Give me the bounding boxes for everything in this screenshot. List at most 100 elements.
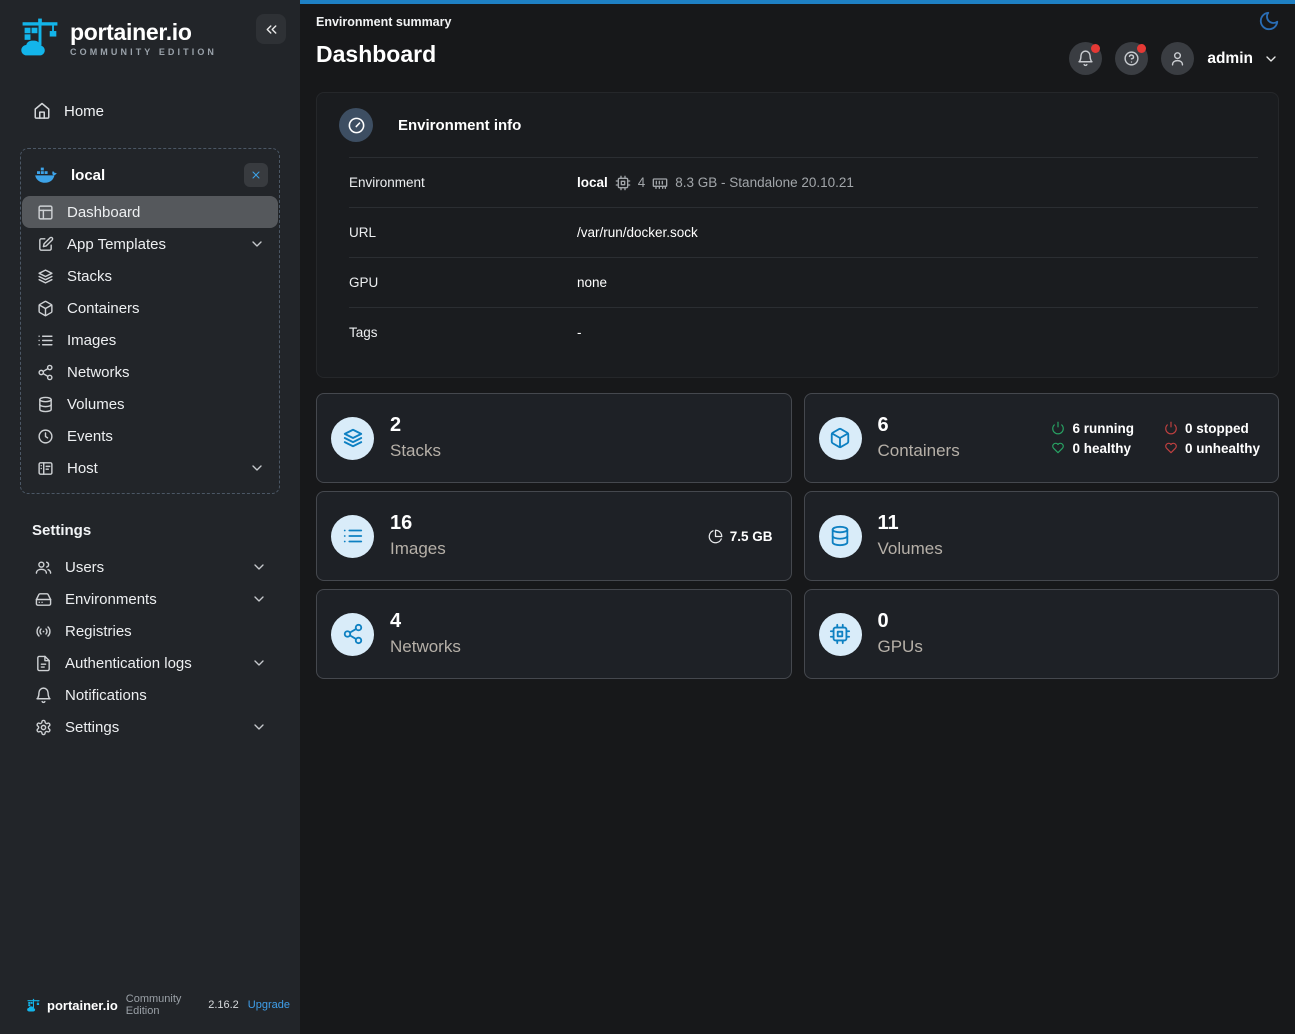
- list-icon: [37, 332, 54, 349]
- chevron-down-icon: [251, 719, 267, 735]
- container-status-unhealthy: 0 unhealthy: [1164, 441, 1260, 456]
- user-name: admin: [1207, 50, 1253, 68]
- notification-dot: [1091, 44, 1100, 53]
- sidebar-item-label: Users: [65, 559, 104, 576]
- chevron-down-icon: [1263, 51, 1279, 67]
- info-row-url: URL /var/run/docker.sock: [349, 207, 1258, 257]
- sidebar-item-volumes[interactable]: Volumes: [22, 388, 278, 420]
- list-icon: [342, 525, 364, 547]
- layers-icon: [37, 268, 54, 285]
- sidebar-item-home[interactable]: Home: [0, 96, 300, 126]
- sidebar-item-label: Dashboard: [67, 204, 140, 221]
- networks-label: Networks: [390, 634, 461, 659]
- sidebar-item-settings[interactable]: Settings: [1, 711, 299, 743]
- volumes-count: 11: [878, 511, 943, 536]
- sidebar-item-networks[interactable]: Networks: [22, 356, 278, 388]
- logo-text: portainer.io COMMUNITY EDITION: [70, 20, 217, 57]
- status-text: 0 healthy: [1072, 441, 1131, 456]
- footer-brand: portainer.io: [47, 998, 118, 1013]
- networks-icon-circle: [331, 613, 374, 656]
- chevron-down-icon: [249, 460, 265, 476]
- sidebar-item-events[interactable]: Events: [22, 420, 278, 452]
- sidebar-item-label: Networks: [67, 364, 130, 381]
- gpus-label: GPUs: [878, 634, 923, 659]
- file-text-icon: [35, 655, 52, 672]
- share-nodes-icon: [342, 623, 364, 645]
- upgrade-link[interactable]: Upgrade: [248, 999, 290, 1011]
- users-icon: [35, 559, 52, 576]
- sidebar-item-label: Settings: [65, 719, 119, 736]
- logo-subtitle: COMMUNITY EDITION: [70, 47, 217, 57]
- help-circle-icon: [1123, 50, 1140, 67]
- chevrons-left-icon: [263, 21, 280, 38]
- user-controls: admin: [1069, 42, 1279, 75]
- avatar[interactable]: [1161, 42, 1194, 75]
- database-icon: [829, 525, 851, 547]
- status-text: 0 unhealthy: [1185, 441, 1260, 456]
- portainer-logo-icon: [18, 14, 62, 62]
- database-icon: [37, 396, 54, 413]
- images-icon-circle: [331, 515, 374, 558]
- moon-icon: [1258, 10, 1280, 32]
- info-label: URL: [349, 225, 577, 240]
- chevron-down-icon: [249, 236, 265, 252]
- home-icon: [33, 102, 51, 120]
- user-menu[interactable]: admin: [1207, 50, 1279, 68]
- containers-card[interactable]: 6 Containers 6 running0 stopped0 healthy…: [804, 393, 1280, 483]
- images-card[interactable]: 16 Images 7.5 GB: [316, 491, 792, 581]
- docker-whale-icon: [34, 163, 58, 187]
- stacks-label: Stacks: [390, 438, 441, 463]
- networks-card[interactable]: 4 Networks: [316, 589, 792, 679]
- volumes-label: Volumes: [878, 536, 943, 561]
- chevron-down-icon: [251, 591, 267, 607]
- power-icon: [1051, 421, 1065, 435]
- info-value: -: [577, 325, 582, 340]
- chevron-down-icon: [251, 559, 267, 575]
- stacks-count: 2: [390, 413, 441, 438]
- sidebar-item-app-templates[interactable]: App Templates: [22, 228, 278, 260]
- sidebar-item-authentication-logs[interactable]: Authentication logs: [1, 647, 299, 679]
- sidebar-item-label: App Templates: [67, 236, 166, 253]
- sidebar-item-host[interactable]: Host: [22, 452, 278, 484]
- images-size: 7.5 GB: [708, 529, 773, 544]
- container-status-healthy: 0 healthy: [1051, 441, 1134, 456]
- environment-info-header: Environment info: [317, 93, 1278, 157]
- containers-icon-circle: [819, 417, 862, 460]
- gpus-card[interactable]: 0 GPUs: [804, 589, 1280, 679]
- sidebar-item-notifications[interactable]: Notifications: [1, 679, 299, 711]
- info-row-gpu: GPU none: [349, 257, 1258, 307]
- help-button[interactable]: [1115, 42, 1148, 75]
- info-value: none: [577, 275, 607, 290]
- notifications-button[interactable]: [1069, 42, 1102, 75]
- settings-nav: Users Environments Registries Authenticatio…: [0, 551, 300, 743]
- sidebar-item-label: Containers: [67, 300, 140, 317]
- gpus-icon-circle: [819, 613, 862, 656]
- environment-name: local: [71, 167, 105, 184]
- sidebar-item-label: Registries: [65, 623, 132, 640]
- portainer-logo-icon: [26, 997, 41, 1014]
- status-text: 0 stopped: [1185, 421, 1249, 436]
- footer-version: 2.16.2: [208, 999, 239, 1011]
- footer-edition: Community Edition: [126, 993, 199, 1017]
- sidebar-item-dashboard[interactable]: Dashboard: [22, 196, 278, 228]
- sidebar-collapse-button[interactable]: [256, 14, 286, 44]
- sidebar-item-containers[interactable]: Containers: [22, 292, 278, 324]
- info-label: Environment: [349, 175, 577, 190]
- volumes-card[interactable]: 11 Volumes: [804, 491, 1280, 581]
- environment-section-header: local: [21, 154, 279, 196]
- share-icon: [37, 364, 54, 381]
- sidebar-item-images[interactable]: Images: [22, 324, 278, 356]
- networks-count: 4: [390, 609, 461, 634]
- sidebar-item-environments[interactable]: Environments: [1, 583, 299, 615]
- environment-close-button[interactable]: [244, 163, 268, 187]
- sidebar-item-stacks[interactable]: Stacks: [22, 260, 278, 292]
- sidebar-item-users[interactable]: Users: [1, 551, 299, 583]
- stacks-card[interactable]: 2 Stacks: [316, 393, 792, 483]
- logo-row: portainer.io COMMUNITY EDITION: [0, 0, 300, 62]
- volumes-icon-circle: [819, 515, 862, 558]
- panel-title: Environment info: [398, 117, 521, 134]
- help-dot: [1137, 44, 1146, 53]
- info-label: Tags: [349, 325, 577, 340]
- sidebar-item-registries[interactable]: Registries: [1, 615, 299, 647]
- sidebar-item-label: Stacks: [67, 268, 112, 285]
